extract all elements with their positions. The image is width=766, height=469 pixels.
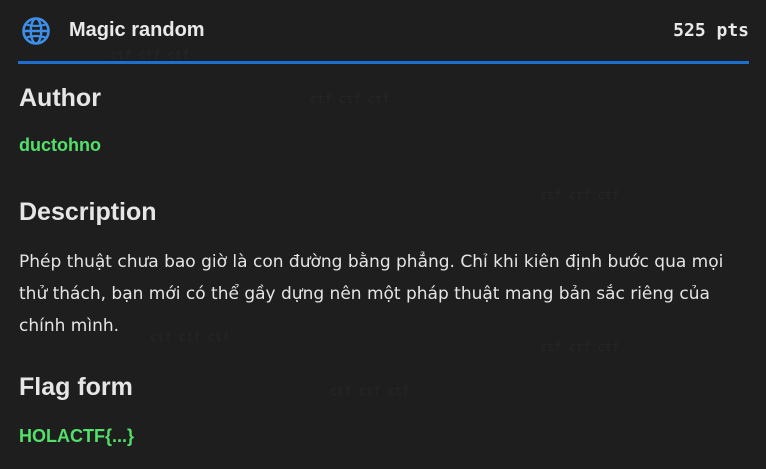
- background-texture: ctf ctf ctf: [540, 188, 619, 202]
- description-heading: Description: [19, 198, 157, 226]
- challenge-panel: ctf ctf ctf ctf ctf ctf ctf ctf ctf ctf …: [0, 0, 766, 469]
- description-text: Phép thuật chưa bao giờ là con đường bằn…: [19, 252, 724, 336]
- flag-form-heading: Flag form: [19, 373, 133, 401]
- challenge-points: 525 pts: [673, 20, 749, 41]
- challenge-header[interactable]: Magic random 525 pts: [18, 0, 749, 64]
- background-texture: ctf ctf ctf: [310, 92, 389, 106]
- globe-icon: [22, 16, 50, 45]
- flag-format: HOLACTF{...}: [19, 426, 134, 446]
- challenge-title: Magic random: [69, 19, 205, 41]
- author-heading: Author: [19, 84, 101, 112]
- author-name: ductohno: [19, 135, 101, 155]
- background-texture: ctf ctf ctf: [540, 340, 619, 354]
- background-texture: ctf ctf ctf: [330, 384, 409, 398]
